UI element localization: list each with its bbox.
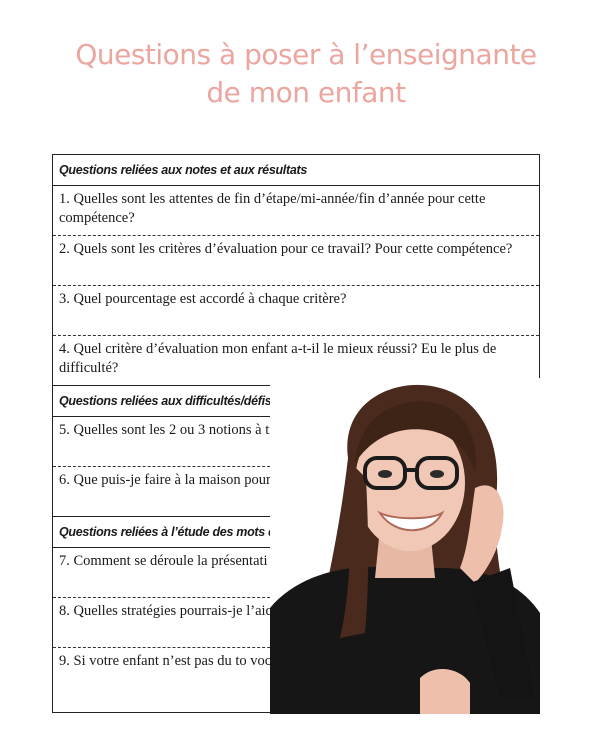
section-header-grades: Questions reliées aux notes et aux résul… <box>53 155 539 186</box>
page-title: Questions à poser à l’enseignante de mon… <box>0 36 612 112</box>
teacher-portrait-photo <box>270 378 540 714</box>
title-line-2: de mon enfant <box>206 76 406 109</box>
question-2: 2. Quels sont les critères d’évaluation … <box>53 236 539 286</box>
teacher-portrait-icon <box>270 378 540 714</box>
question-3: 3. Quel pourcentage est accordé à chaque… <box>53 286 539 336</box>
question-1: 1. Quelles sont les attentes de fin d’ét… <box>53 186 539 236</box>
title-line-1: Questions à poser à l’enseignante <box>75 38 537 71</box>
